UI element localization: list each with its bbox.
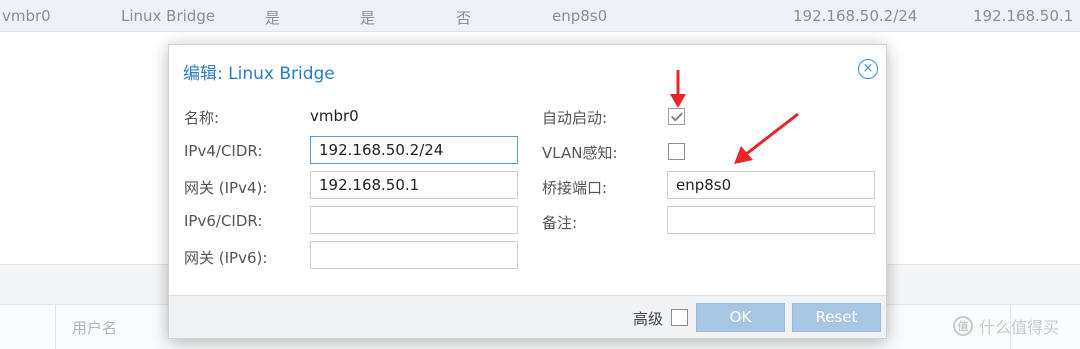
row-cidr: 192.168.50.2/24 bbox=[793, 7, 918, 25]
advanced-label: 高级 bbox=[633, 310, 664, 328]
annotation-arrow-down bbox=[670, 70, 686, 108]
ipv6-cidr-input[interactable] bbox=[310, 206, 518, 234]
gateway-ipv6-label: 网关 (IPv6): bbox=[184, 249, 268, 267]
comment-input[interactable] bbox=[667, 206, 875, 234]
gateway-ipv6-input[interactable] bbox=[310, 241, 518, 269]
watermark: 值 什么值得买 bbox=[953, 314, 1059, 338]
close-icon[interactable]: × bbox=[858, 59, 878, 79]
bridge-ports-input[interactable] bbox=[667, 171, 875, 199]
column-separator bbox=[55, 305, 56, 349]
row-ports: enp8s0 bbox=[552, 7, 608, 25]
row-vlan-aware: 否 bbox=[456, 9, 472, 27]
row-autostart: 是 bbox=[360, 9, 376, 27]
gateway-ipv4-label: 网关 (IPv4): bbox=[184, 179, 268, 197]
vlan-aware-checkbox[interactable] bbox=[668, 143, 685, 160]
ipv4-cidr-label: IPv4/CIDR: bbox=[184, 142, 263, 160]
row-active: 是 bbox=[265, 9, 281, 27]
ipv4-cidr-input[interactable] bbox=[310, 136, 518, 164]
network-table-row[interactable]: vmbr0 Linux Bridge 是 是 否 enp8s0 192.168.… bbox=[0, 0, 1080, 32]
dialog-footer: 高级 OK Reset bbox=[169, 295, 886, 338]
ok-button[interactable]: OK bbox=[696, 303, 785, 332]
row-name: vmbr0 bbox=[2, 7, 51, 25]
ipv6-cidr-label: IPv6/CIDR: bbox=[184, 212, 263, 230]
name-label: 名称: bbox=[184, 109, 220, 127]
bridge-ports-label: 桥接端口: bbox=[542, 179, 608, 197]
watermark-logo-icon: 值 bbox=[953, 316, 973, 336]
row-gateway: 192.168.50.1 bbox=[973, 7, 1074, 25]
dialog-title: 编辑: Linux Bridge bbox=[183, 64, 335, 84]
reset-button[interactable]: Reset bbox=[792, 303, 881, 332]
name-value: vmbr0 bbox=[310, 107, 359, 125]
vlan-aware-label: VLAN感知: bbox=[542, 144, 618, 162]
edit-linux-bridge-dialog: 编辑: Linux Bridge × 名称: vmbr0 IPv4/CIDR: … bbox=[168, 44, 887, 339]
watermark-text: 什么值得买 bbox=[979, 318, 1060, 337]
annotation-arrow-diagonal bbox=[734, 112, 799, 164]
column-header-username[interactable]: 用户名 bbox=[72, 317, 117, 338]
row-type: Linux Bridge bbox=[121, 7, 216, 25]
advanced-checkbox[interactable] bbox=[671, 309, 688, 326]
autostart-label: 自动启动: bbox=[542, 109, 608, 127]
comment-label: 备注: bbox=[542, 214, 578, 232]
gateway-ipv4-input[interactable] bbox=[310, 171, 518, 199]
